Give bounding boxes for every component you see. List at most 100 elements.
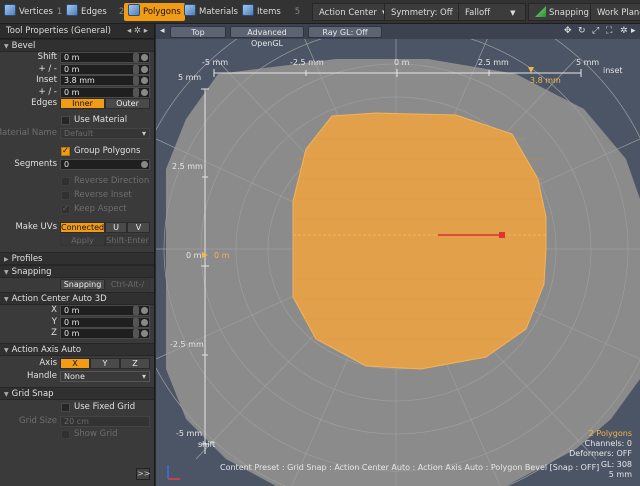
work-plane-button[interactable]: Work Plane [590,3,640,21]
edges-outer-button[interactable]: Outer [105,98,150,109]
polygons-icon [128,4,140,16]
inset-variance-field[interactable]: 0 m [60,86,150,98]
gear-icon[interactable]: ◂ ✲ ▸ [127,24,148,39]
handle-point [499,232,505,238]
channel-link-icon[interactable] [141,161,148,168]
shift-label: Shift [37,52,57,62]
channel-link-icon[interactable] [141,54,148,61]
keep-aspect-checkbox[interactable]: ✓ [61,204,70,214]
pan-icon[interactable]: ✥ [564,26,572,36]
mode-materials[interactable]: Materials4 [184,3,247,21]
snapping-button[interactable]: Snapping [528,3,596,21]
ruler-left-label: 5 mm [178,73,202,82]
stepper-icon[interactable] [133,87,139,97]
ruler-top-label: -2.5 mm [290,58,324,67]
viewport-header: ◂ Top Advanced OpenGL Ray GL: Off ✥ ↻ ⤢ … [156,24,640,48]
section-bevel[interactable]: ▼ Bevel [0,39,154,52]
snapping-shortcut: Ctrl-Alt-/ [105,279,150,290]
panel-title: Tool Properties (General) ◂ ✲ ▸ [0,24,154,39]
center-z-field[interactable]: 0 m [60,328,150,339]
expand-triangle-icon: ▼ [4,296,9,303]
grid-size-status: 5 mm [608,470,632,479]
shift-axis-tag: shift [198,440,216,449]
uv-u-button[interactable]: U [105,222,127,233]
stepper-icon[interactable] [133,53,139,62]
show-grid-checkbox[interactable] [61,429,70,439]
shift-variance-field[interactable]: 0 m [60,63,150,75]
segments-field[interactable]: 0 [60,159,150,170]
grid-size-field[interactable]: 20 cm [60,415,150,427]
uv-v-button[interactable]: V [127,222,150,233]
use-fixed-grid-checkbox[interactable] [61,402,70,412]
expand-triangle-icon: ▼ [4,43,9,50]
expand-panel-button[interactable]: >> [136,468,150,480]
section-profiles[interactable]: ▶ Profiles [0,252,154,265]
stepper-icon[interactable] [133,64,139,74]
use-material-checkbox[interactable] [61,116,70,125]
edges-inner-button[interactable]: Inner [60,98,105,109]
section-action-axis[interactable]: ▼ Action Axis Auto [0,342,154,356]
rotate-icon[interactable]: ↻ [578,26,586,36]
zoom-icon[interactable]: ⤢ [592,26,599,36]
axis-x-button[interactable]: X [60,357,90,369]
inset-readout: 3.8 mm [530,76,561,85]
origin-readout: 0 m [214,251,230,260]
viewport-menu-icon[interactable]: ◂ [160,26,165,36]
axis-z-button[interactable]: Z [120,357,150,369]
maximize-icon[interactable]: ⛶ [606,26,612,36]
section-grid-snap[interactable]: ▼ Grid Snap [0,386,154,400]
ruler-top-label: 5 mm [576,58,600,67]
channel-link-icon[interactable] [141,307,148,314]
ruler-top-label: 2.5 mm [478,58,509,67]
channel-link-icon[interactable] [141,65,148,73]
view-type-button[interactable]: Top [170,26,226,38]
stepper-icon[interactable] [133,76,139,85]
apply-button[interactable]: Apply [60,235,105,246]
use-fixed-grid-label: Use Fixed Grid [74,401,136,412]
use-material-label: Use Material [74,115,128,125]
inset-field[interactable]: 3.8 mm [60,75,150,86]
grid-size-label: Grid Size [19,415,57,426]
viewport-expand-icon[interactable]: ▸ [631,26,636,36]
viewport-canvas [156,39,640,486]
3d-viewport[interactable]: ◂ Top Advanced OpenGL Ray GL: Off ✥ ↻ ⤢ … [156,24,640,486]
inset-axis-tag: inset [603,66,623,75]
channel-link-icon[interactable] [141,318,148,326]
shift-field[interactable]: 0 m [60,52,150,63]
chevron-down-icon: ▼ [510,9,516,17]
reverse-inset-checkbox[interactable] [61,191,70,200]
stepper-icon[interactable] [133,317,139,327]
channel-link-icon[interactable] [141,88,148,96]
tool-pipe-status: Content Preset : Grid Snap : Action Cent… [220,463,600,472]
action-center-dropdown[interactable]: Action Center▼ [312,3,395,21]
mode-vertices[interactable]: Vertices 1 [4,3,62,21]
expand-triangle-icon: ▼ [4,390,9,398]
section-snapping[interactable]: ▼ Snapping [0,265,154,278]
viewport-gear-icon[interactable]: ✲ [620,26,628,36]
reverse-direction-checkbox[interactable] [61,177,70,186]
ruler-left-label: -2.5 mm [170,340,204,349]
mode-items[interactable]: Items 5 [242,3,300,21]
raygl-button[interactable]: Ray GL: Off [308,26,382,38]
mode-polygons[interactable]: Polygons [124,3,185,21]
uv-connected-button[interactable]: Connected [60,222,105,233]
axis-y-button[interactable]: Y [90,357,120,369]
material-name-dropdown[interactable]: Default [60,128,150,139]
vertices-icon [4,4,16,16]
falloff-dropdown[interactable]: Falloff ▼ [458,3,526,21]
section-action-center[interactable]: ▼ Action Center Auto 3D [0,292,154,305]
channel-link-icon[interactable] [141,77,148,84]
z-label: Z [51,328,57,338]
handle-dropdown[interactable]: None [60,370,150,382]
center-y-field[interactable]: 0 m [60,316,150,328]
x-label: X [51,305,57,315]
mode-edges[interactable]: Edges 2 [66,3,124,21]
group-polygons-checkbox[interactable] [61,146,70,156]
channel-link-icon[interactable] [141,330,148,337]
center-x-field[interactable]: 0 m [60,305,150,316]
tool-properties-panel: Tool Properties (General) ◂ ✲ ▸ ▼ Bevel Sh… [0,24,155,486]
shading-mode-button[interactable]: Advanced OpenGL [230,26,304,48]
stepper-icon[interactable] [133,306,139,315]
stepper-icon[interactable] [133,329,139,338]
snapping-toggle-button[interactable]: Snapping [60,279,105,290]
